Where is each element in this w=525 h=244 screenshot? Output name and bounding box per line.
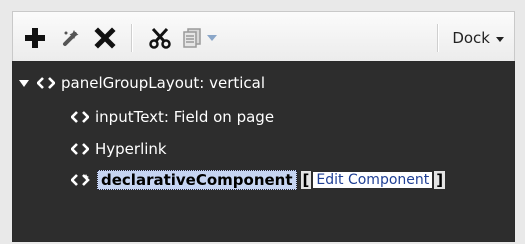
dock-label: Dock <box>452 29 490 47</box>
copy-button[interactable] <box>178 24 206 52</box>
chevron-down-icon <box>207 35 217 41</box>
expand-triangle-icon[interactable] <box>19 79 29 87</box>
declarative-component-icon <box>71 174 90 186</box>
plus-icon <box>25 28 45 48</box>
tree-node-label: inputText: Field on page <box>95 108 275 126</box>
tag-icon <box>71 143 89 155</box>
copy-dropdown-button[interactable] <box>203 24 221 52</box>
edit-component-link[interactable]: Edit Component <box>313 172 433 188</box>
tag-icon <box>71 111 89 123</box>
edit-button[interactable] <box>57 24 85 52</box>
tag-icon <box>37 77 55 89</box>
dock-menu-button[interactable]: Dock <box>452 26 504 50</box>
toolbar: Dock <box>12 11 515 61</box>
tree-node[interactable]: Hyperlink <box>71 138 167 160</box>
wand-icon <box>63 30 79 46</box>
tree-node-label: Hyperlink <box>95 140 167 158</box>
open-bracket: [ <box>300 171 312 189</box>
add-button[interactable] <box>21 24 49 52</box>
toolbar-separator <box>131 24 133 52</box>
structure-tree[interactable]: panelGroupLayout: vertical inputText: Fi… <box>12 61 515 242</box>
tree-node-label: panelGroupLayout: vertical <box>61 74 266 92</box>
chevron-down-icon <box>496 36 504 42</box>
tree-node-root[interactable]: panelGroupLayout: vertical <box>19 72 265 94</box>
x-icon <box>94 27 116 49</box>
scissors-icon <box>149 27 171 49</box>
tree-node-selected[interactable]: declarativeComponent [ Edit Component ] <box>71 169 446 191</box>
tree-node-label: declarativeComponent <box>97 170 297 190</box>
copy-icon <box>183 28 201 48</box>
toolbar-separator <box>437 24 439 52</box>
close-bracket: ] <box>434 171 446 189</box>
tree-node[interactable]: inputText: Field on page <box>71 106 274 128</box>
delete-button[interactable] <box>91 24 119 52</box>
structure-window: Dock panelGroupLayout: vertical inputTex… <box>0 0 525 244</box>
cut-button[interactable] <box>146 24 174 52</box>
